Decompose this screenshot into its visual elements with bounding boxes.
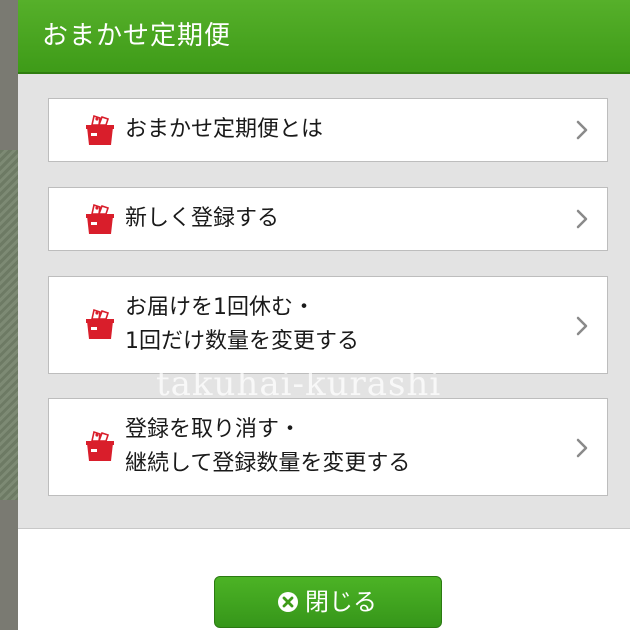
- gift-box-icon: [83, 307, 117, 345]
- chevron-right-icon: [575, 208, 589, 234]
- chevron-right-icon: [575, 437, 589, 463]
- menu-item-label-line2: 1回だけ数量を変更する: [125, 329, 359, 354]
- menu-item-cancel[interactable]: 登録を取り消す・ 継続して登録数量を変更する: [48, 398, 608, 496]
- close-icon: [277, 591, 299, 617]
- modal-title: おまかせ定期便: [42, 21, 232, 51]
- menu-item-register[interactable]: 新しく登録する: [48, 187, 608, 251]
- modal-header: おまかせ定期便: [18, 0, 630, 74]
- gift-box-icon: [83, 429, 117, 467]
- close-button-label: 閉じる: [305, 588, 377, 616]
- close-button[interactable]: 閉じる: [214, 576, 442, 628]
- menu-item-label-line2: 継続して登録数量を変更する: [125, 451, 411, 476]
- chevron-right-icon: [575, 315, 589, 341]
- teiki-modal: おまかせ定期便 おまかせ定期便とは 新しく登録する お届けを1回休む・ 1回だけ…: [18, 0, 630, 630]
- menu-item-label: おまかせ定期便とは: [125, 117, 324, 142]
- menu-list: おまかせ定期便とは 新しく登録する お届けを1回休む・ 1回だけ数量を変更する …: [18, 74, 630, 529]
- menu-item-label-line1: 登録を取り消す・: [125, 417, 302, 442]
- background-pattern: [0, 150, 18, 500]
- menu-item-skip-once[interactable]: お届けを1回休む・ 1回だけ数量を変更する: [48, 276, 608, 374]
- menu-item-about[interactable]: おまかせ定期便とは: [48, 98, 608, 162]
- menu-item-label: 新しく登録する: [125, 206, 280, 231]
- gift-box-icon: [83, 202, 117, 240]
- gift-box-icon: [83, 113, 117, 151]
- chevron-right-icon: [575, 119, 589, 145]
- menu-item-label-line1: お届けを1回休む・: [125, 295, 315, 320]
